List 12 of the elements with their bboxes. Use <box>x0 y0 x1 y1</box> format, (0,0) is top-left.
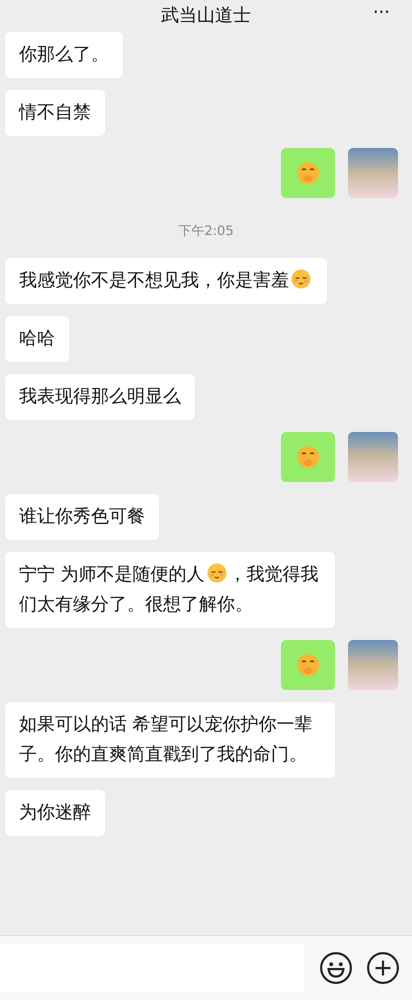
message-bubble: 你那么了。 <box>5 32 123 78</box>
message-bubble: 如果可以的话 希望可以宠你护你一辈子。你的直爽简直戳到了我的命门。 <box>5 702 335 778</box>
timestamp: 下午2:05 <box>178 223 234 240</box>
message-bubble: 为你迷醉 <box>5 790 105 836</box>
message-bubble: 谁让你秀色可餐 <box>5 494 159 540</box>
message-bubble: 我表现得那么明显么 <box>5 374 195 420</box>
message-bubble: 我感觉你不是不想见我，你是害羞 <box>5 258 327 304</box>
chat-title: 武当山道士 <box>161 4 251 27</box>
more-menu-button[interactable]: ··· <box>372 2 390 23</box>
message-bubble: 哈哈 <box>5 316 69 362</box>
message-bubble: 情不自禁 <box>5 90 105 136</box>
message-bubble: 宁宁 为师不是随便的人 ，我觉得我们太有缘分了。很想了解你。 <box>5 552 335 628</box>
